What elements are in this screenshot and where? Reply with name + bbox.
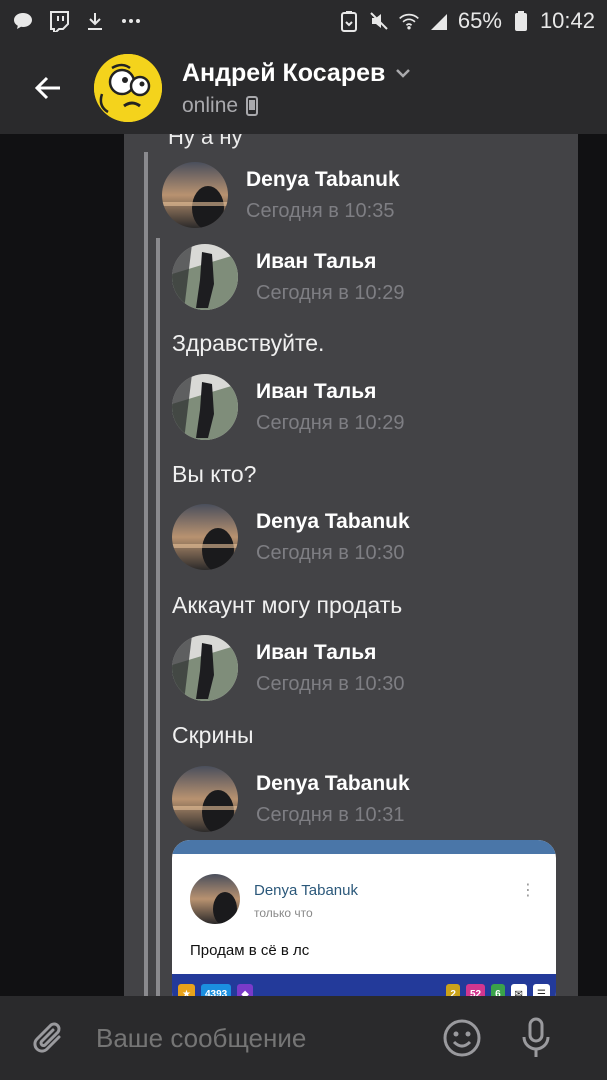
message-time: Сегодня в 10:29 [256, 281, 405, 304]
contact-status: online [182, 93, 239, 117]
wifi-icon [398, 10, 420, 32]
gem-count: 2 [446, 984, 460, 996]
game-badge-icon: ◆ [237, 984, 253, 996]
chevron-down-icon [396, 69, 411, 78]
paperclip-icon [33, 1022, 61, 1053]
message-input[interactable] [96, 1022, 436, 1054]
microphone-icon [522, 1017, 550, 1057]
contact-name-row[interactable]: Андрей Косарев [182, 59, 411, 88]
menu-icon: ☰ [533, 984, 550, 996]
preview-subtitle: только что [254, 906, 313, 920]
chat-header: Андрей Косарев online [0, 42, 607, 134]
avatar[interactable] [172, 244, 238, 310]
message-time: Сегодня в 10:31 [256, 803, 405, 826]
message-time: Сегодня в 10:30 [256, 672, 405, 695]
message-input-bar [0, 996, 607, 1080]
contact-status-row: online [182, 94, 411, 118]
signal-icon [428, 10, 450, 32]
emoji-face-icon [94, 54, 162, 122]
avatar[interactable] [172, 374, 238, 440]
battery-icon [510, 10, 532, 32]
contact-name: Андрей Косарев [182, 58, 386, 87]
avatar[interactable] [94, 54, 162, 122]
author-name[interactable]: Denya Tabanuk [246, 168, 400, 192]
preview-text: Продам в сё в лс [190, 942, 310, 959]
message-time: Сегодня в 10:29 [256, 411, 405, 434]
forwarded-header: Иван Талья Сегодня в 10:29 [172, 374, 404, 440]
avatar [190, 874, 240, 924]
game-screenshot-strip: ★ 4393 ◆ 2 52 6 ✉ ☰ [172, 974, 556, 996]
avatar[interactable] [172, 766, 238, 832]
chat-icon: ✉ [510, 984, 528, 996]
forwarded-header: Denya Tabanuk Сегодня в 10:31 [172, 766, 410, 832]
mobile-phone-icon [246, 95, 259, 116]
clock: 10:42 [539, 8, 595, 33]
author-name[interactable]: Иван Талья [256, 250, 404, 274]
forwarded-header: Иван Талья Сегодня в 10:30 [172, 635, 404, 701]
chat-area[interactable]: Ну а ну Denya Tabanuk Сегодня в 10:35 Ив… [0, 134, 607, 996]
box-count: 52 [465, 984, 486, 996]
arrow-left-icon [34, 76, 60, 100]
forwarded-header: Denya Tabanuk Сегодня в 10:35 [162, 162, 400, 228]
mute-icon [368, 10, 390, 32]
chat-bubble-icon [12, 10, 34, 32]
twitch-icon [48, 10, 70, 32]
battery-percent: 65% [457, 8, 502, 33]
message-bubble[interactable]: Ну а ну Denya Tabanuk Сегодня в 10:35 Ив… [124, 134, 578, 996]
attach-button[interactable] [20, 1008, 80, 1068]
more-vertical-icon: ⋮ [520, 882, 536, 899]
status-bar: 65% 10:42 [0, 0, 607, 42]
smile-icon [443, 1019, 481, 1057]
message-time: Сегодня в 10:30 [256, 541, 405, 564]
forwarded-header: Denya Tabanuk Сегодня в 10:30 [172, 504, 410, 570]
screenshot-attachment[interactable]: Denya Tabanuk только что ⋮ Продам в сё в… [172, 840, 556, 996]
coin-count: 6 [491, 984, 505, 996]
author-name[interactable]: Иван Талья [256, 641, 404, 665]
battery-saver-icon [338, 10, 360, 32]
message-text: Вы кто? [172, 461, 257, 487]
message-time: Сегодня в 10:35 [246, 199, 395, 222]
forwarded-header: Иван Талья Сегодня в 10:29 [172, 244, 404, 310]
forward-bar-nested [156, 238, 160, 996]
message-text: Скрины [172, 722, 254, 748]
avatar[interactable] [162, 162, 228, 228]
back-button[interactable] [16, 42, 80, 134]
author-name[interactable]: Denya Tabanuk [256, 772, 410, 796]
star-icon: ★ [178, 984, 195, 996]
avatar[interactable] [172, 504, 238, 570]
emoji-button[interactable] [440, 1016, 484, 1060]
avatar[interactable] [172, 635, 238, 701]
download-icon [84, 10, 106, 32]
message-text: Здравствуйте. [172, 330, 325, 356]
cut-off-text: Ну а ну [168, 134, 243, 149]
voice-message-button[interactable] [514, 1016, 558, 1060]
author-name[interactable]: Иван Талья [256, 380, 404, 404]
preview-author: Denya Tabanuk [254, 882, 358, 899]
forward-bar [144, 152, 148, 996]
trophy-count: 4393 [200, 984, 232, 996]
author-name[interactable]: Denya Tabanuk [256, 510, 410, 534]
more-dots-icon [120, 10, 142, 32]
message-text: Аккаунт могу продать [172, 592, 403, 618]
